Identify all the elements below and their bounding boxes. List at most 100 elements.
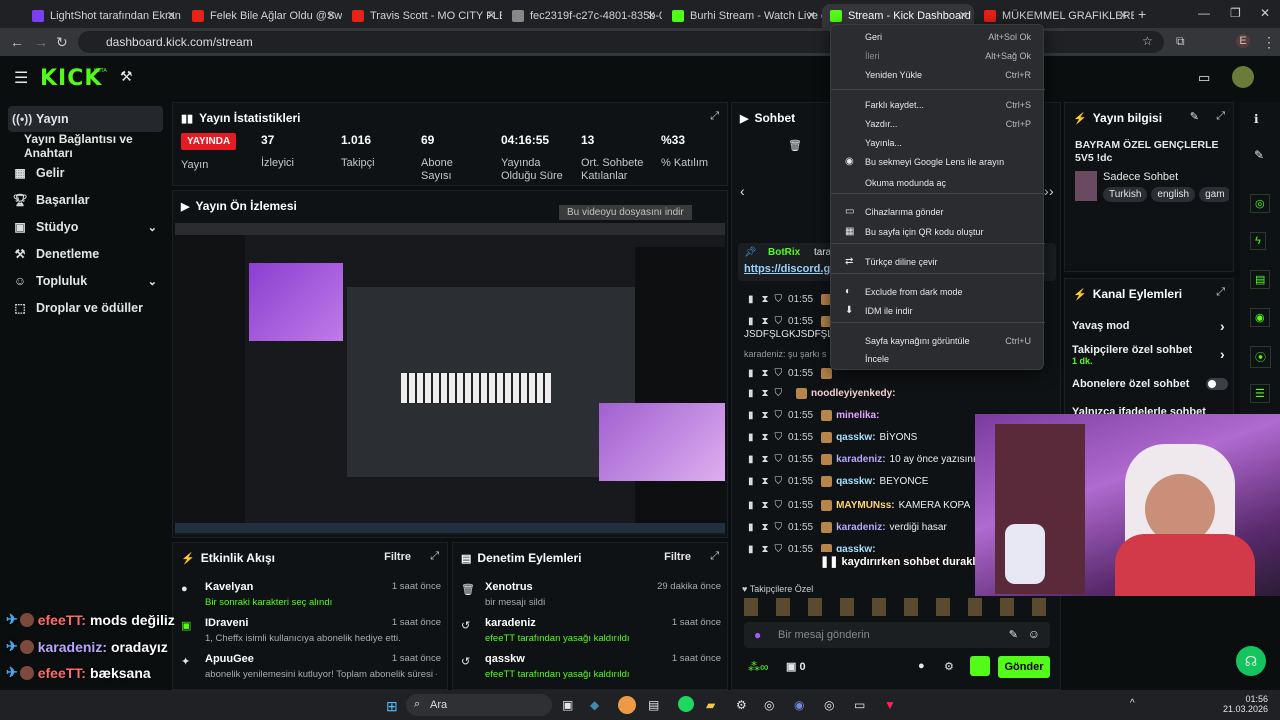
context-menu-item[interactable]: Geri Alt+Sol Ok [831, 27, 1045, 47]
windows-start-icon[interactable]: ⊞ [386, 698, 398, 715]
category-name[interactable]: Sadece Sohbet [1103, 171, 1178, 183]
tag-chip[interactable]: Turkish [1103, 187, 1148, 202]
brave-icon[interactable]: ▼ [884, 698, 896, 712]
folder-icon[interactable]: ▰ [706, 698, 715, 712]
context-menu-item[interactable]: Yayınla... [831, 133, 1045, 153]
focus-icon[interactable]: ◎ [1250, 194, 1270, 213]
sidebar-item-topluluk[interactable]: ☺ Topluluk ⌄ [8, 268, 163, 294]
sidebar-item-yayin[interactable]: ((•)) Yayın [8, 106, 163, 132]
broadcast-icon[interactable]: ⦿ [1250, 346, 1271, 368]
context-menu-item[interactable]: ⬇ IDM ile indir [831, 301, 1045, 321]
trash-icon[interactable]: ▮ [748, 294, 754, 305]
trash-icon[interactable]: ▮ [748, 432, 754, 443]
reload-icon[interactable]: ↻ [56, 34, 68, 51]
user-avatar[interactable] [1232, 66, 1254, 88]
chat-message[interactable]: ▮ ⧗ ⛉ 01:55 MAYMUNss: KAMERA KOPA [748, 496, 970, 514]
discord-icon[interactable]: ◉ [794, 698, 804, 712]
taskbar-search[interactable]: ⌕ Ara [406, 694, 552, 716]
timeout-icon[interactable]: ⧗ [762, 476, 769, 487]
sidebar-item-basarilar[interactable]: 🏆︎ Başarılar [8, 187, 163, 213]
timeout-icon[interactable]: ⧗ [762, 410, 769, 421]
context-menu-item[interactable]: Sayfa kaynağını görüntüle Ctrl+U [831, 331, 1045, 351]
trash-icon[interactable]: ▮ [748, 454, 754, 465]
trash-icon[interactable]: ▮ [748, 544, 754, 555]
lightning-icon[interactable]: ϟ [1250, 232, 1266, 250]
trash-icon[interactable]: ▮ [748, 500, 754, 511]
tag-chip[interactable]: gam [1199, 187, 1229, 202]
chat-message[interactable]: ▮ ⧗ ⛉ 01:55 qasskw: BİYONS [748, 428, 917, 446]
context-menu-item[interactable]: Yazdır... Ctrl+P [831, 114, 1045, 134]
emote-picker-icon[interactable]: ✎ [1009, 628, 1018, 641]
chevron-right-icon[interactable]: › [1049, 183, 1054, 199]
expand-icon[interactable]: ⤢ [1216, 286, 1225, 299]
discord-link[interactable]: https://discord.gg/ [744, 263, 840, 275]
chat-message[interactable]: ▮ ⧗ ⛉ 01:55 [748, 364, 840, 382]
edit-icon[interactable]: ✎ [1190, 110, 1199, 123]
chat-input[interactable]: ● Bir mesaj gönderin ✎ ☺ [744, 622, 1050, 648]
close-icon[interactable]: ✕ [959, 9, 968, 22]
sidebar-item-denetleme[interactable]: ⚒ Denetleme [8, 241, 163, 267]
close-icon[interactable]: ✕ [487, 9, 496, 22]
context-menu-item[interactable]: ▭ Cihazlarıma gönder [831, 202, 1045, 222]
list-icon[interactable]: ☰ [1250, 384, 1270, 403]
clipboard-icon[interactable]: ▤ [1250, 270, 1271, 289]
browser-tab[interactable]: Felek Bile Ağlar Oldu @Swaggy✕ [184, 4, 342, 28]
timeout-icon[interactable]: ⧗ [762, 432, 769, 443]
chat-message[interactable]: ▮ ⧗ ⛉ 01:55 minelika: [748, 406, 883, 424]
spotify-icon[interactable] [678, 696, 694, 712]
filter-button[interactable]: Filtre [384, 551, 411, 563]
close-icon[interactable]: ✕ [1119, 9, 1128, 22]
forward-icon[interactable]: → [34, 34, 48, 50]
expand-icon[interactable]: ⤢ [1216, 110, 1225, 123]
trash-icon[interactable]: ▮ [748, 368, 754, 379]
chat-message[interactable]: ▮ ⧗ ⛉ 01:55 karadeniz: 10 ay önce yazısının [748, 450, 981, 468]
settings-gear-icon[interactable]: ⚙ [944, 660, 954, 673]
trash-icon[interactable]: ▮ [748, 316, 754, 327]
smiley-icon[interactable]: ☺ [1028, 627, 1040, 641]
followers-only-row[interactable]: Takipçilere özel sohbet 1 dk. › [1072, 344, 1232, 366]
new-tab-icon[interactable]: + [1138, 6, 1146, 22]
kick-action-icon[interactable] [970, 656, 990, 676]
send-button[interactable]: Gönder [998, 656, 1050, 678]
hamburger-menu-icon[interactable]: ☰ [14, 68, 28, 88]
expand-icon[interactable]: ⤢ [430, 550, 439, 563]
browser-tab[interactable]: Burhi Stream - Watch Live on K✕ [664, 4, 822, 28]
subscribers-only-toggle[interactable] [1206, 378, 1228, 390]
sidebar-item-studyo[interactable]: ▣ Stüdyo ⌄ [8, 214, 163, 240]
sidebar-item-gelir[interactable]: ▦ Gelir [8, 160, 163, 186]
trash-icon[interactable]: ▮ [748, 476, 754, 487]
chat-message[interactable]: ▮ ⧗ ⛉ noodleyiyenkedy: [748, 384, 900, 402]
close-icon[interactable]: ✕ [327, 9, 336, 22]
context-menu-item[interactable]: İleri Alt+Sağ Ok [831, 46, 1045, 66]
context-menu-item[interactable]: ▦ Bu sayfa için QR kodu oluştur [831, 222, 1045, 242]
timeout-icon[interactable]: ⧗ [762, 544, 769, 555]
obs-icon[interactable]: ◎ [824, 698, 834, 712]
chat-message[interactable]: ▮ ⧗ ⛉ 01:55 [748, 312, 840, 330]
browser-tab[interactable]: fec2319f-c27c-4801-835b-0d9✕ [504, 4, 662, 28]
tag-chip[interactable]: english [1151, 187, 1196, 202]
terminal-icon[interactable]: ▭ [854, 698, 865, 712]
profile-avatar[interactable]: E [1236, 34, 1250, 48]
context-menu-item[interactable]: ◉ Bu sekmeyi Google Lens ile arayın [831, 152, 1045, 172]
task-view-icon[interactable]: ▣ [562, 698, 573, 712]
chat-message[interactable]: ▮ ⧗ ⛉ 01:55 [748, 290, 840, 308]
headset-icon[interactable]: ☊ [1236, 646, 1266, 676]
tray-chevron-icon[interactable]: ^ [1130, 698, 1135, 709]
filter-button[interactable]: Filtre [664, 551, 691, 563]
close-icon[interactable]: ✕ [647, 9, 656, 22]
emote-bar[interactable] [744, 598, 1054, 616]
taskbar-clock[interactable]: 01:56 21.03.2026 [1214, 694, 1268, 714]
cast-icon[interactable]: ▭ [1198, 70, 1210, 86]
close-icon[interactable]: ✕ [807, 9, 816, 22]
context-menu-item[interactable]: ◐ Exclude from dark mode [831, 282, 1045, 302]
chat-message[interactable]: ▮ ⧗ ⛉ 01:55 karadeniz: verdiği hasar [748, 518, 947, 536]
store-icon[interactable]: ▤ [648, 698, 659, 712]
expand-icon[interactable]: ⤢ [710, 110, 719, 123]
bookmark-star-icon[interactable]: ☆ [1142, 34, 1153, 48]
context-menu-item[interactable]: İncele [831, 349, 1045, 369]
timeout-icon[interactable]: ⧗ [762, 454, 769, 465]
context-menu-item[interactable]: ⇄ Türkçe diline çevir [831, 252, 1045, 272]
settings-icon[interactable]: ⚙ [736, 698, 747, 712]
chat-users-icon[interactable]: ● [918, 660, 925, 672]
close-icon[interactable]: ✕ [167, 9, 176, 22]
